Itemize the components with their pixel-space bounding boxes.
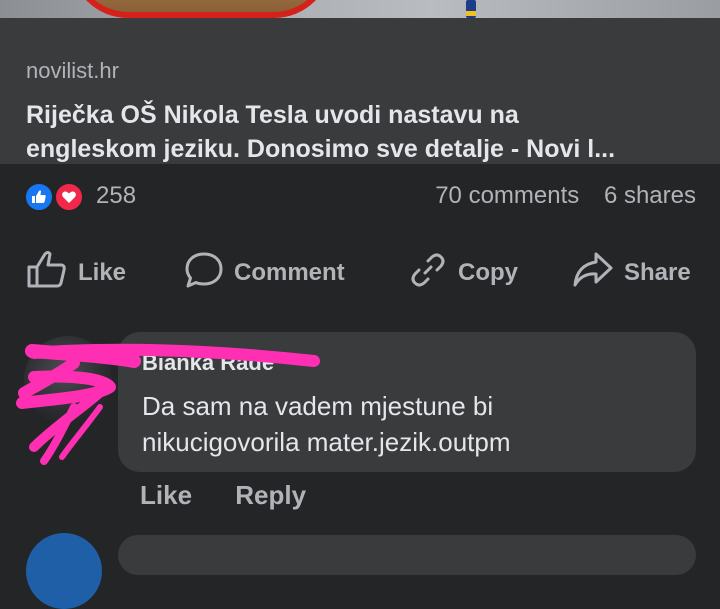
preview-image-figure	[466, 0, 476, 18]
comments-count[interactable]: 70 comments	[435, 182, 579, 209]
copy-button-label: Copy	[458, 259, 518, 286]
comment-text-line-2: nikucigovorila mater.jezik.outpm	[142, 427, 511, 457]
shares-count[interactable]: 6 shares	[604, 182, 696, 209]
share-arrow-icon	[572, 250, 624, 297]
share-button-label: Share	[624, 259, 691, 286]
next-comment-bubble[interactable]	[118, 535, 696, 575]
comment: Bianka Rade Da sam na vadem mjestune bi …	[0, 332, 720, 532]
link-preview-image[interactable]	[0, 0, 720, 18]
comment-actions: Like Reply	[140, 480, 306, 511]
like-button[interactable]: Like	[26, 248, 126, 298]
comment-reply-button[interactable]: Reply	[235, 480, 306, 510]
post-actions-bar: Like Comment Copy Share	[0, 248, 720, 298]
engagement-counts: 70 comments 6 shares	[435, 182, 696, 210]
share-button[interactable]: Share	[572, 248, 691, 298]
link-chain-icon	[408, 250, 458, 297]
comment-like-button[interactable]: Like	[140, 480, 192, 510]
link-title-line-1: Riječka OŠ Nikola Tesla uvodi nastavu na	[26, 101, 519, 129]
comment-button[interactable]: Comment	[184, 248, 345, 298]
reaction-icons[interactable]	[24, 182, 92, 212]
reaction-count[interactable]: 258	[96, 182, 136, 210]
comment-bubble-icon	[184, 250, 234, 297]
commenter-avatar[interactable]	[24, 336, 112, 424]
love-reaction-icon	[54, 182, 84, 212]
comment-author[interactable]: Bianka Rade	[142, 350, 274, 376]
comment-button-label: Comment	[234, 259, 345, 286]
preview-image-content	[70, 0, 332, 18]
copy-button[interactable]: Copy	[408, 248, 518, 298]
comment-bubble[interactable]: Bianka Rade Da sam na vadem mjestune bi …	[118, 332, 696, 472]
comment-text-line-1: Da sam na vadem mjestune bi	[142, 391, 494, 421]
comment-text: Da sam na vadem mjestune bi nikucigovori…	[142, 388, 511, 460]
link-preview-card[interactable]: novilist.hr Riječka OŠ Nikola Tesla uvod…	[0, 18, 720, 164]
like-reaction-icon	[24, 182, 54, 212]
link-domain: novilist.hr	[26, 58, 119, 83]
next-commenter-avatar[interactable]	[26, 533, 102, 609]
link-title-line-2: engleskom jeziku. Donosimo sve detalje -…	[26, 135, 616, 163]
reactions-summary: 258 70 comments 6 shares	[0, 172, 720, 222]
like-button-label: Like	[78, 259, 127, 286]
link-title[interactable]: Riječka OŠ Nikola Tesla uvodi nastavu na…	[26, 98, 706, 166]
thumbs-up-icon	[26, 250, 78, 297]
